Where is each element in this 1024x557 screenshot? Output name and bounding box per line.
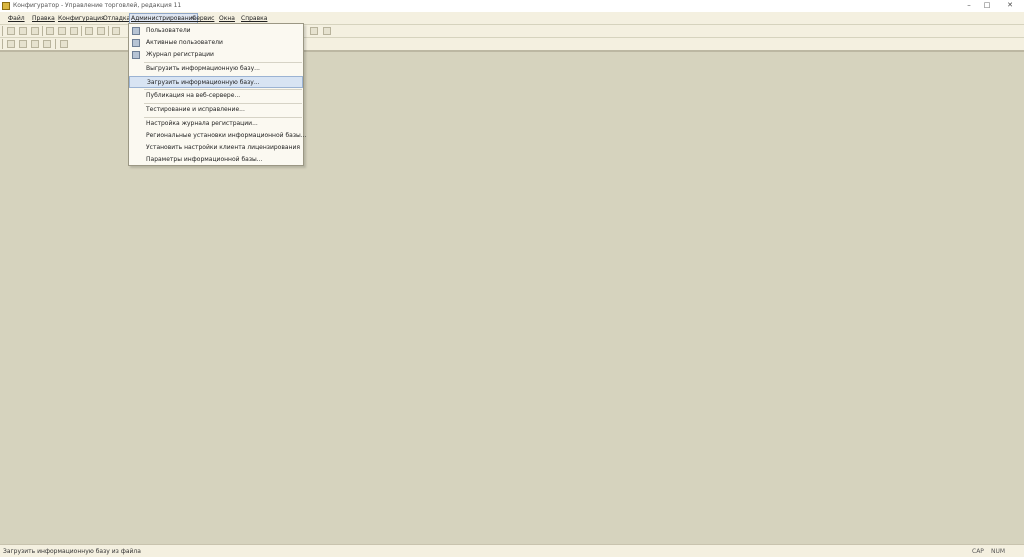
menu-configuration[interactable]: Конфигурация [58,14,105,23]
globe-icon[interactable] [60,40,68,48]
menu-item-label: Параметры информационной базы... [146,156,263,163]
menu-item-label: Публикация на веб-сервере... [146,92,241,99]
help-book-icon[interactable] [310,27,318,35]
menu-item-dump-infobase[interactable]: Выгрузить информационную базу... [129,63,303,75]
undo-icon[interactable] [112,27,120,35]
toolbar-separator [55,39,56,49]
messages-icon[interactable] [43,40,51,48]
menu-item-license-client-settings[interactable]: Установить настройки клиента лицензирова… [129,142,303,154]
menu-item-label: Журнал регистрации [146,51,214,58]
cut-icon[interactable] [46,27,54,35]
active-users-icon [132,39,140,47]
open-file-icon[interactable] [19,27,27,35]
menu-item-label: Тестирование и исправление... [146,106,245,113]
app-icon [2,2,10,10]
num-lock-indicator: NUM [991,548,1006,555]
menu-debug[interactable]: Отладка [103,14,130,23]
menu-service[interactable]: Сервис [192,14,214,23]
menu-item-label: Загрузить информационную базу... [147,79,260,86]
properties-icon[interactable] [31,40,39,48]
menu-item-active-users[interactable]: Активные пользователи [129,37,303,49]
chevron-down-icon[interactable] [71,40,76,48]
toolbar-separator [42,26,43,36]
toolbar-grip [2,39,3,49]
menu-item-infobase-parameters[interactable]: Параметры информационной базы... [129,154,303,166]
menu-item-event-log[interactable]: Журнал регистрации [129,49,303,61]
paste-icon[interactable] [70,27,78,35]
caps-lock-indicator: CAP [972,548,984,555]
toolbar-separator [108,26,109,36]
menu-windows[interactable]: Окна [219,14,235,23]
menu-edit[interactable]: Правка [32,14,55,23]
menu-item-label: Пользователи [146,27,191,34]
event-log-icon [132,51,140,59]
print-icon[interactable] [85,27,93,35]
status-bar: Загрузить информационную базу из файла C… [0,544,1024,557]
title-bar: Конфигуратор - Управление торговлей, ред… [0,0,1024,12]
minimize-button[interactable]: – [962,1,976,10]
menu-item-users[interactable]: Пользователи [129,25,303,37]
menu-item-label: Региональные установки информационной ба… [146,132,307,139]
menu-item-label: Установить настройки клиента лицензирова… [146,144,300,151]
object-tree-icon[interactable] [19,40,27,48]
maximize-button[interactable]: □ [980,1,994,10]
config-window-icon[interactable] [7,40,15,48]
close-button[interactable]: ✕ [1003,1,1017,10]
new-document-icon[interactable] [7,27,15,35]
menu-item-log-settings[interactable]: Настройка журнала регистрации... [129,118,303,130]
window-title: Конфигуратор - Управление торговлей, ред… [13,2,182,9]
save-icon[interactable] [31,27,39,35]
copy-icon[interactable] [58,27,66,35]
menu-help[interactable]: Справка [241,14,267,23]
menu-file[interactable]: Файл [8,14,25,23]
print-preview-icon[interactable] [97,27,105,35]
menu-item-load-infobase[interactable]: Загрузить информационную базу... [129,76,303,88]
menu-item-label: Выгрузить информационную базу... [146,65,260,72]
web-globe-icon[interactable] [323,27,331,35]
menu-item-web-publishing[interactable]: Публикация на веб-сервере... [129,90,303,102]
chevron-down-icon[interactable] [334,27,339,35]
toolbar-separator [81,26,82,36]
menu-item-label: Активные пользователи [146,39,223,46]
menu-item-test-repair[interactable]: Тестирование и исправление... [129,104,303,116]
menu-item-label: Настройка журнала регистрации... [146,120,258,127]
administration-menu: Пользователи Активные пользователи Журна… [128,23,307,166]
status-text: Загрузить информационную базу из файла [3,548,141,555]
menu-item-regional-settings[interactable]: Региональные установки информационной ба… [129,130,307,142]
users-icon [132,27,140,35]
toolbar-grip [2,26,3,36]
